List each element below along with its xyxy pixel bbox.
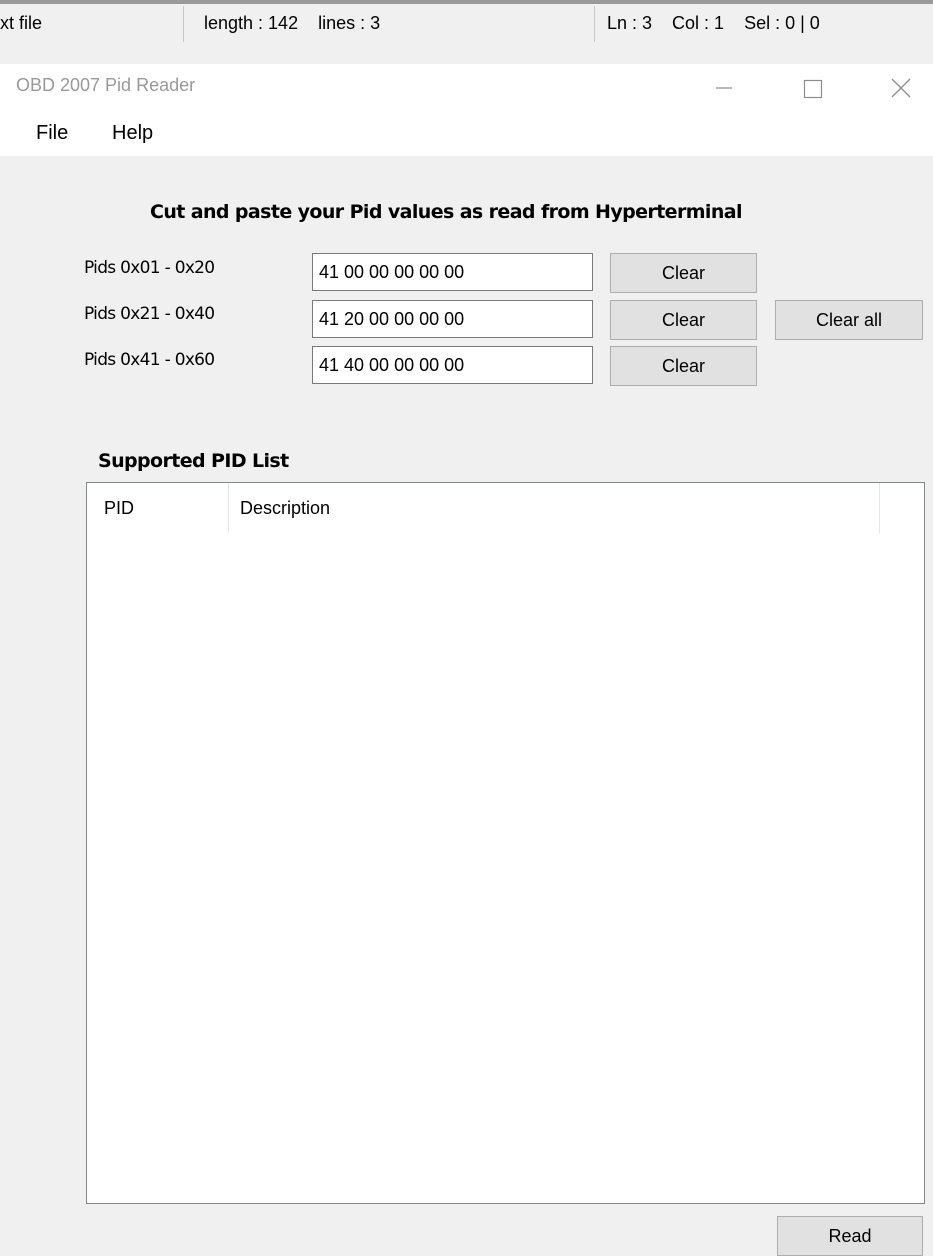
supported-pid-list-title: Supported PID List — [98, 450, 289, 472]
clear-button-3[interactable]: Clear — [610, 346, 757, 386]
status-file-type: xt file — [0, 13, 43, 33]
column-header-description[interactable]: Description — [240, 483, 330, 533]
column-header-pid[interactable]: PID — [104, 483, 134, 533]
read-button[interactable]: Read — [777, 1216, 923, 1256]
window-title: OBD 2007 Pid Reader — [16, 75, 196, 95]
close-icon — [891, 78, 911, 98]
clear-all-button[interactable]: Clear all — [775, 300, 923, 340]
menu-bar: File Help — [0, 110, 933, 156]
pid-input-3[interactable] — [312, 346, 593, 384]
status-divider — [183, 6, 184, 42]
status-position: Ln : 3 Col : 1 Sel : 0 | 0 — [607, 13, 820, 33]
pid-range-label-1: Pids 0x01 - 0x20 — [84, 258, 215, 278]
column-separator[interactable] — [228, 483, 229, 533]
supported-pid-listview[interactable]: PID Description — [86, 482, 925, 1204]
maximize-icon — [803, 79, 823, 99]
clear-button-2[interactable]: Clear — [610, 300, 757, 340]
editor-status-bar: xt file length : 142 lines : 3 Ln : 3 Co… — [0, 0, 933, 44]
pid-input-2[interactable] — [312, 300, 593, 338]
status-divider — [594, 6, 595, 42]
minimize-icon — [716, 87, 732, 89]
menu-file[interactable]: File — [30, 120, 74, 147]
window-title-bar[interactable]: OBD 2007 Pid Reader — [0, 64, 933, 110]
maximize-button[interactable] — [782, 64, 842, 110]
pid-input-1[interactable] — [312, 253, 593, 291]
pid-range-label-3: Pids 0x41 - 0x60 — [84, 350, 215, 370]
pid-range-label-2: Pids 0x21 - 0x40 — [84, 304, 215, 324]
menu-help[interactable]: Help — [106, 120, 159, 147]
clear-button-1[interactable]: Clear — [610, 253, 757, 293]
close-button[interactable] — [872, 64, 932, 110]
column-separator[interactable] — [879, 483, 880, 533]
status-length-lines: length : 142 lines : 3 — [204, 13, 381, 33]
minimize-button[interactable] — [692, 64, 752, 110]
instruction-label: Cut and paste your Pid values as read fr… — [150, 201, 743, 223]
